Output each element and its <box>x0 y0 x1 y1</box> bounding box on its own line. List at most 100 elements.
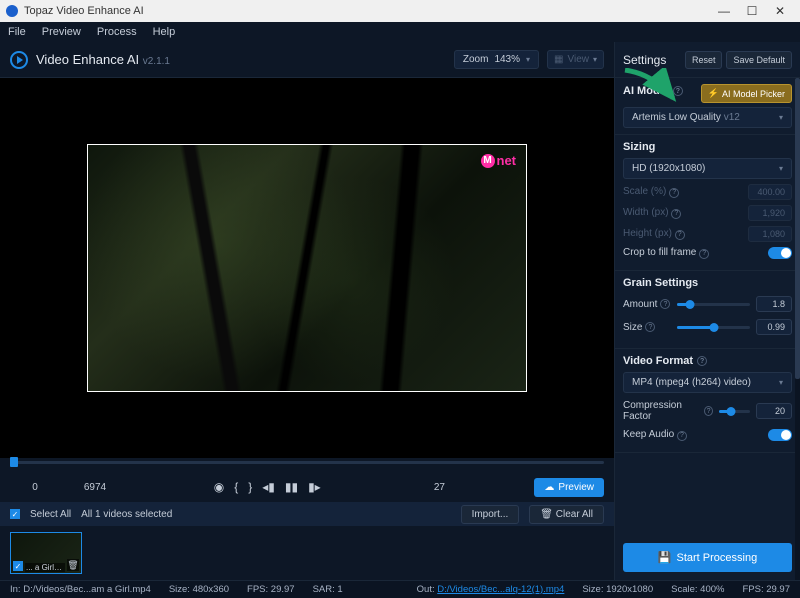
grain-amount-value[interactable]: 1.8 <box>756 296 792 312</box>
thumb-delete-button[interactable]: 🗑 <box>67 559 79 571</box>
format-label: Video Format <box>623 355 693 367</box>
sizing-label: Sizing <box>623 141 792 153</box>
thumb-filename: ... a Girl.mp4 <box>25 563 65 572</box>
thumbnail-strip: ✓ ... a Girl.mp4 🗑 <box>0 526 614 580</box>
bolt-icon: ⚡ <box>708 88 719 99</box>
height-value[interactable]: 1,080 <box>748 226 792 242</box>
save-icon: 💾 <box>658 551 672 564</box>
menu-file[interactable]: File <box>8 26 26 38</box>
chevron-down-icon: ▾ <box>779 378 783 387</box>
help-icon[interactable]: ? <box>675 230 685 240</box>
ai-model-select[interactable]: Artemis Low Quality v12 ▾ <box>623 107 792 128</box>
video-preview[interactable]: M net <box>0 78 614 458</box>
video-thumbnail[interactable]: ✓ ... a Girl.mp4 🗑 <box>10 532 82 574</box>
minimize-button[interactable]: — <box>710 4 738 18</box>
app-header: Video Enhance AI v2.1.1 Zoom 143% ▾ ▦ Vi… <box>0 42 614 78</box>
grid-icon: ▦ <box>554 54 563 65</box>
chevron-down-icon: ▾ <box>593 55 597 64</box>
crop-toggle[interactable] <box>768 247 792 259</box>
import-button[interactable]: Import... <box>461 505 520 524</box>
settings-header: Settings Reset Save Default <box>615 42 800 78</box>
time-total: 6974 <box>70 482 120 493</box>
help-icon[interactable]: ? <box>677 431 687 441</box>
keep-audio-toggle[interactable] <box>768 429 792 441</box>
grain-size-slider[interactable] <box>677 326 750 329</box>
preview-button[interactable]: ☁ Preview <box>534 478 604 497</box>
format-panel: Video Format ? MP4 (mpeg4 (h264) video) … <box>615 349 800 453</box>
grain-panel: Grain Settings Amount ? 1.8 Size ? 0.99 <box>615 271 800 349</box>
help-icon[interactable]: ? <box>699 249 709 259</box>
chevron-down-icon: ▾ <box>526 55 530 64</box>
sizing-panel: Sizing HD (1920x1080) ▾ Scale (%) ? 400.… <box>615 135 800 271</box>
status-bar: In: D:/Videos/Bec...am a Girl.mp4 Size: … <box>0 580 800 598</box>
keep-audio-field: Keep Audio ? <box>623 429 792 441</box>
save-default-button[interactable]: Save Default <box>726 51 792 69</box>
close-button[interactable]: ✕ <box>766 4 794 18</box>
reset-button[interactable]: Reset <box>685 51 723 69</box>
transport-controls: 0 6974 ◉ { } ◂▮ ▮▮ ▮▸ 27 ☁ Preview <box>0 472 614 502</box>
width-value[interactable]: 1,920 <box>748 205 792 221</box>
chevron-down-icon: ▾ <box>779 164 783 173</box>
ai-model-picker-button[interactable]: ⚡ AI Model Picker <box>701 84 792 103</box>
help-icon[interactable]: ? <box>645 322 655 332</box>
crop-field: Crop to fill frame ? <box>623 247 792 259</box>
select-all-label[interactable]: Select All <box>30 509 71 520</box>
format-select[interactable]: MP4 (mpeg4 (h264) video) ▾ <box>623 372 792 393</box>
app-icon <box>6 5 18 17</box>
video-frame: M net <box>87 144 527 392</box>
time-current: 27 <box>414 482 464 493</box>
help-icon[interactable]: ? <box>673 86 683 96</box>
width-field: Width (px) ? 1,920 <box>623 205 792 221</box>
timeline[interactable] <box>0 458 614 472</box>
zoom-value: 143% <box>494 54 520 65</box>
time-start: 0 <box>10 482 60 493</box>
clear-all-button[interactable]: 🗑 Clear All <box>529 505 604 524</box>
mark-in-button[interactable]: { <box>234 480 238 494</box>
ai-model-label: AI Model <box>623 85 669 97</box>
maximize-button[interactable]: ☐ <box>738 4 766 18</box>
height-field: Height (px) ? 1,080 <box>623 226 792 242</box>
grain-label: Grain Settings <box>623 277 792 289</box>
playhead[interactable] <box>10 457 18 467</box>
ai-model-panel: AI Model ? ⚡ AI Model Picker Artemis Low… <box>615 78 800 135</box>
cloud-icon: ☁ <box>544 482 554 493</box>
camera-icon[interactable]: ◉ <box>214 480 224 494</box>
window-title: Topaz Video Enhance AI <box>24 5 144 17</box>
help-icon[interactable]: ? <box>671 209 681 219</box>
settings-scrollbar[interactable] <box>795 78 800 580</box>
scale-field: Scale (%) ? 400.00 <box>623 184 792 200</box>
step-forward-button[interactable]: ▮▸ <box>308 480 321 494</box>
compression-value[interactable]: 20 <box>756 403 792 419</box>
zoom-control[interactable]: Zoom 143% ▾ <box>454 50 539 69</box>
start-processing-button[interactable]: 💾 Start Processing <box>623 543 792 572</box>
selection-count: All 1 videos selected <box>81 509 172 520</box>
settings-title: Settings <box>623 53 681 67</box>
logo-icon <box>10 51 28 69</box>
step-back-button[interactable]: ◂▮ <box>262 480 275 494</box>
output-path-link[interactable]: D:/Videos/Bec...alq-12(1).mp4 <box>437 584 564 595</box>
mark-out-button[interactable]: } <box>248 480 252 494</box>
help-icon[interactable]: ? <box>669 188 679 198</box>
chevron-down-icon: ▾ <box>779 113 783 122</box>
menu-help[interactable]: Help <box>153 26 176 38</box>
menu-preview[interactable]: Preview <box>42 26 81 38</box>
menu-process[interactable]: Process <box>97 26 137 38</box>
view-control[interactable]: ▦ View ▾ <box>547 50 604 69</box>
trash-icon: 🗑 <box>540 509 553 520</box>
watermark: M net <box>481 153 517 168</box>
help-icon[interactable]: ? <box>660 299 670 309</box>
scale-value[interactable]: 400.00 <box>748 184 792 200</box>
pause-button[interactable]: ▮▮ <box>285 480 298 494</box>
thumb-checkbox[interactable]: ✓ <box>13 561 23 571</box>
app-title: Video Enhance AI v2.1.1 <box>36 52 170 67</box>
sizing-preset-select[interactable]: HD (1920x1080) ▾ <box>623 158 792 179</box>
compression-slider[interactable] <box>719 410 750 413</box>
grain-amount-slider[interactable] <box>677 303 750 306</box>
help-icon[interactable]: ? <box>697 356 707 366</box>
window-titlebar: Topaz Video Enhance AI — ☐ ✕ <box>0 0 800 22</box>
grain-size-value[interactable]: 0.99 <box>756 319 792 335</box>
selection-row: ✓ Select All All 1 videos selected Impor… <box>0 502 614 526</box>
menu-bar: File Preview Process Help <box>0 22 800 42</box>
select-all-checkbox[interactable]: ✓ <box>10 509 20 519</box>
help-icon[interactable]: ? <box>704 406 713 416</box>
